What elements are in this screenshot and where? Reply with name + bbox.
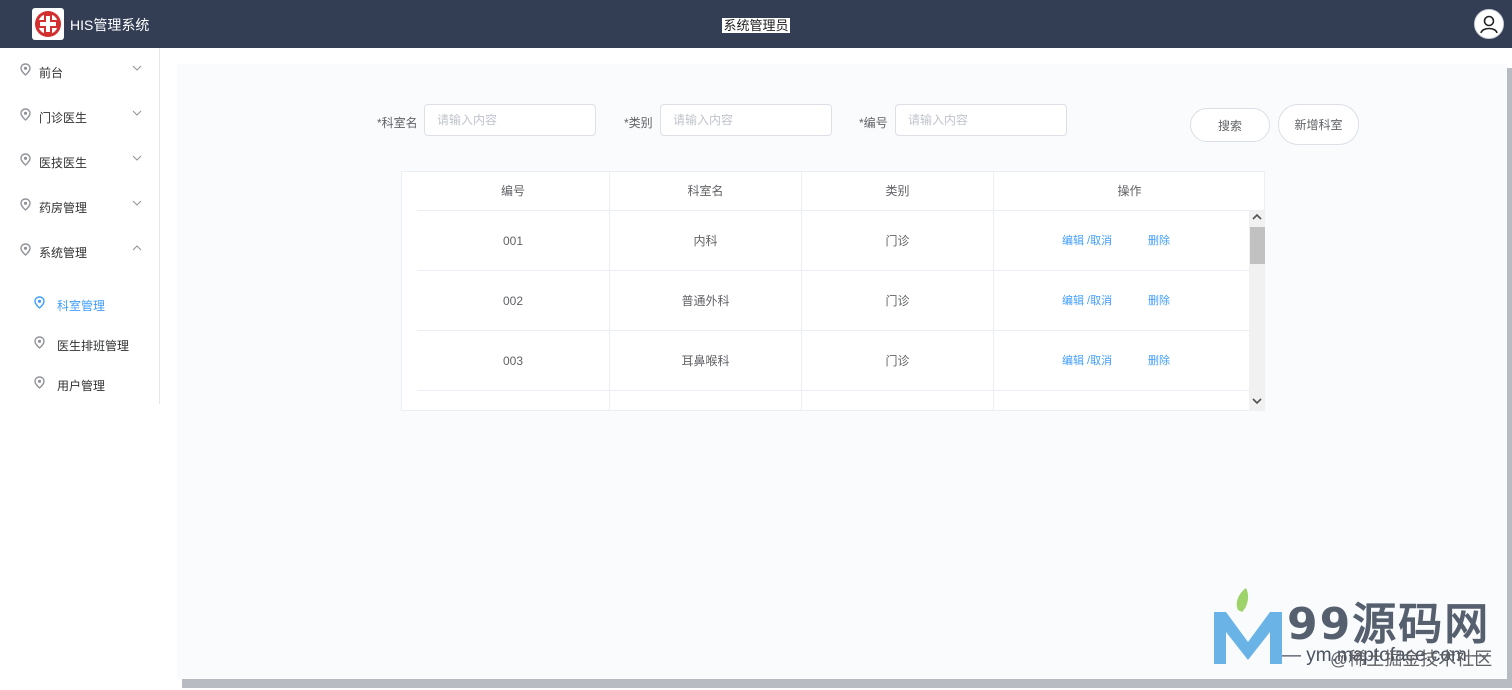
chevron-down-icon [132, 110, 142, 116]
watermark-credit: @稀土掘金技术社区 [1330, 649, 1493, 669]
code-label: *编号 [859, 116, 888, 130]
column-header-name: 科室名 [610, 172, 802, 210]
table-row: 003 耳鼻喉科 门诊 编辑 /取消 删除 [417, 331, 1249, 391]
location-pin-icon [20, 63, 31, 76]
sidebar-menu-label: 药房管理 [39, 201, 88, 215]
chevron-down-icon [132, 155, 142, 161]
cell-category: 门诊 [802, 331, 994, 391]
table-row-partial [417, 391, 1249, 411]
chevron-down-icon [132, 65, 142, 71]
location-pin-icon [20, 108, 31, 121]
table-row: 001 内科 门诊 编辑 /取消 删除 [417, 211, 1249, 271]
cell-category: 门诊 [802, 271, 994, 331]
cell-empty [610, 391, 802, 411]
location-pin-icon [34, 296, 45, 309]
column-header-code: 编号 [417, 172, 610, 210]
department-table: 编号 科室名 类别 操作 001 内科 门诊 编辑 /取消 删除 002 普通外… [401, 171, 1265, 411]
edit-cancel-link[interactable]: 编辑 /取消 [1062, 271, 1112, 331]
cell-code: 001 [417, 211, 610, 271]
sidebar-menu-medtech-doctor[interactable]: 医技医生 [0, 138, 159, 183]
chevron-down-icon [132, 200, 142, 206]
table-row: 002 普通外科 门诊 编辑 /取消 删除 [417, 271, 1249, 331]
page-title: 系统管理员 [0, 15, 1512, 34]
sidebar-item-label: 用户管理 [57, 379, 106, 393]
category-label: *类别 [624, 116, 653, 130]
cell-category: 门诊 [802, 211, 994, 271]
cell-code: 003 [417, 331, 610, 391]
sidebar-menu-label: 前台 [39, 66, 64, 80]
cell-empty [802, 391, 994, 411]
sidebar-item-label: 科室管理 [57, 299, 106, 313]
table-body: 001 内科 门诊 编辑 /取消 删除 002 普通外科 门诊 编辑 /取消 删… [417, 211, 1249, 411]
department-name-label: *科室名 [377, 116, 418, 130]
sidebar-menu-system-management[interactable]: 系统管理 [0, 228, 159, 273]
location-pin-icon [34, 336, 45, 349]
add-department-button[interactable]: 新增科室 [1278, 104, 1359, 145]
scroll-down-arrow-icon[interactable] [1252, 397, 1262, 405]
admin-role-label: 系统管理员 [722, 18, 790, 33]
watermark-title: 99源码网 [1287, 599, 1491, 650]
watermark-logo-icon [1214, 588, 1282, 664]
cell-actions: 编辑 /取消 删除 [994, 271, 1249, 331]
top-header: HIS管理系统 系统管理员 [0, 0, 1512, 48]
delete-link[interactable]: 删除 [1148, 271, 1170, 331]
location-pin-icon [20, 243, 31, 256]
delete-link[interactable]: 删除 [1148, 331, 1170, 391]
scrollbar-thumb[interactable] [1250, 227, 1265, 264]
chevron-up-icon [132, 245, 142, 251]
department-name-input[interactable] [424, 104, 596, 136]
sidebar-menu-pharmacy[interactable]: 药房管理 [0, 183, 159, 228]
search-button[interactable]: 搜索 [1190, 108, 1270, 142]
code-input[interactable] [895, 104, 1067, 136]
sidebar-menu-front-desk[interactable]: 前台 [0, 48, 159, 93]
cell-actions: 编辑 /取消 删除 [994, 211, 1249, 271]
cell-name: 耳鼻喉科 [610, 331, 802, 391]
edit-cancel-link[interactable]: 编辑 /取消 [1062, 331, 1112, 391]
cell-name: 内科 [610, 211, 802, 271]
column-header-category: 类别 [802, 172, 994, 210]
scroll-up-arrow-icon[interactable] [1252, 213, 1262, 221]
sidebar-menu-outpatient-doctor[interactable]: 门诊医生 [0, 93, 159, 138]
sidebar-item-department-management[interactable]: 科室管理 [0, 283, 159, 323]
cell-empty [417, 391, 610, 411]
sidebar-menu-label: 门诊医生 [39, 111, 88, 125]
category-input[interactable] [660, 104, 832, 136]
cell-name: 普通外科 [610, 271, 802, 331]
table-scrollbar[interactable] [1249, 211, 1265, 411]
cell-code: 002 [417, 271, 610, 331]
sidebar-item-label: 医生排班管理 [57, 339, 130, 353]
delete-link[interactable]: 删除 [1148, 211, 1170, 271]
user-avatar-icon[interactable] [1474, 9, 1504, 39]
location-pin-icon [20, 153, 31, 166]
location-pin-icon [34, 376, 45, 389]
watermark-url: — ym.maptoface.com — @稀土掘金技术社区 [1282, 645, 1492, 669]
cell-actions: 编辑 /取消 删除 [994, 331, 1249, 391]
column-header-actions: 操作 [1117, 184, 1142, 198]
sidebar-item-doctor-schedule[interactable]: 医生排班管理 [0, 323, 159, 363]
sidebar-menu-label: 医技医生 [39, 156, 88, 170]
sidebar-menu-label: 系统管理 [39, 246, 88, 260]
sidebar-item-user-management[interactable]: 用户管理 [0, 363, 159, 403]
edit-cancel-link[interactable]: 编辑 /取消 [1062, 211, 1112, 271]
location-pin-icon [20, 198, 31, 211]
sidebar: 前台 门诊医生 医技医生 药房管理 系统管理 科室管理 医生排班管理 用户管理 [0, 48, 160, 404]
